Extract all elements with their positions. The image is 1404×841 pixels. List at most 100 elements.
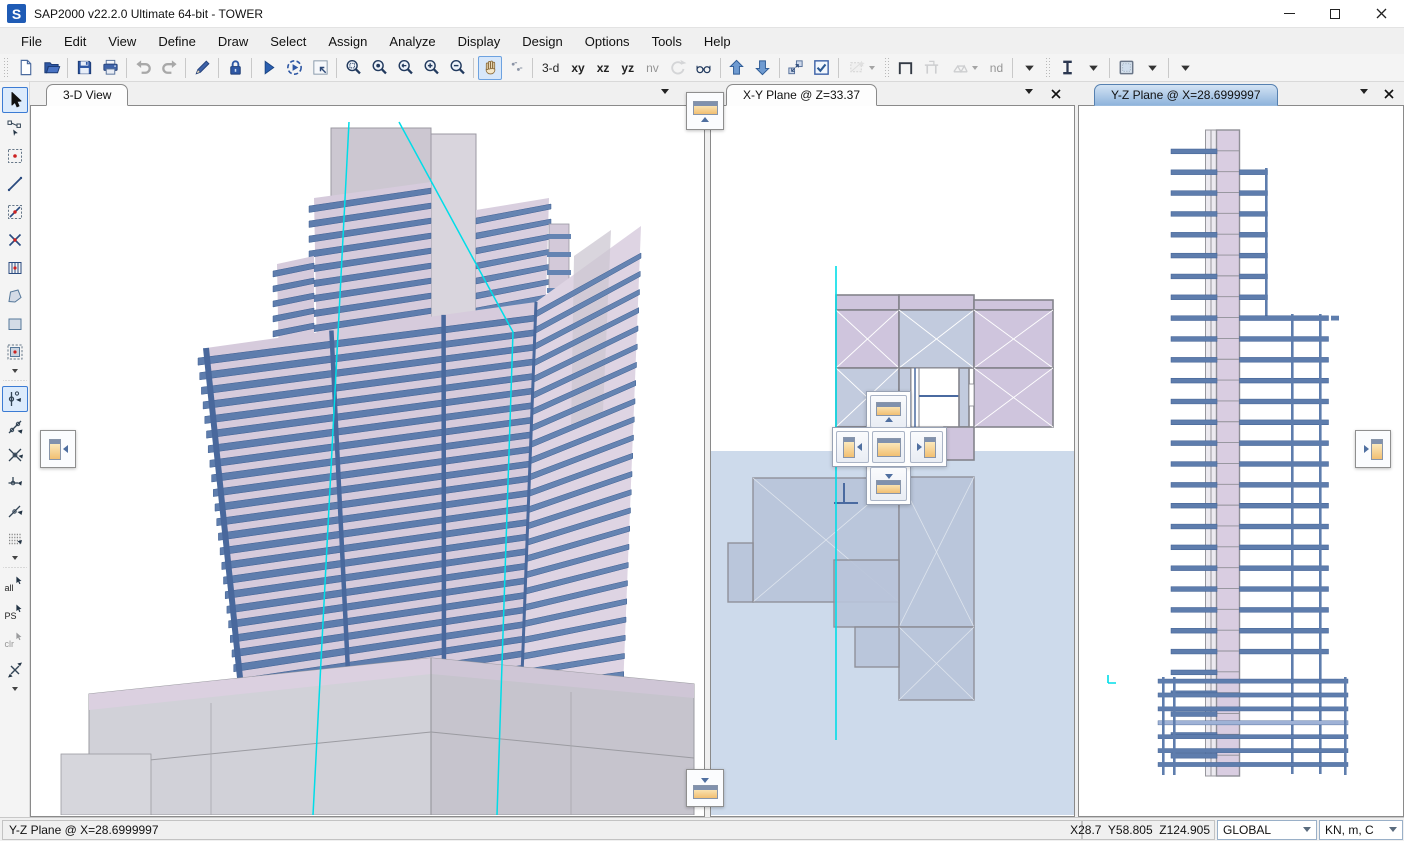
select-expand-button[interactable] [2, 684, 28, 694]
move-up-in-list-button[interactable] [725, 56, 749, 80]
joint-labels-button[interactable] [504, 56, 528, 80]
menu-item-design[interactable]: Design [511, 30, 573, 53]
modify-geometry-button[interactable] [190, 56, 214, 80]
reshape-element-button[interactable] [2, 115, 28, 141]
tile-window-up-button[interactable] [686, 92, 724, 130]
view-xy-button[interactable]: xy [566, 56, 589, 80]
area-section-dropdown-button[interactable] [1140, 56, 1164, 80]
assign-display-button[interactable] [843, 56, 880, 80]
new-model-button[interactable] [13, 56, 37, 80]
print-button[interactable] [98, 56, 122, 80]
draw-expand-button[interactable] [2, 366, 28, 376]
units-select[interactable]: KN, m, C [1319, 820, 1403, 840]
area-section-button[interactable] [1114, 56, 1138, 80]
view-xz-button[interactable]: xz [592, 56, 615, 80]
menu-item-select[interactable]: Select [259, 30, 317, 53]
3d-view-canvas[interactable] [30, 106, 705, 817]
view-nv-button[interactable]: nv [641, 56, 664, 80]
redo-button[interactable] [157, 56, 181, 80]
draw-more-dropdown-button[interactable] [1017, 56, 1041, 80]
dock-center-button[interactable] [872, 431, 905, 463]
menu-item-tools[interactable]: Tools [641, 30, 693, 53]
minimize-button[interactable] [1266, 0, 1312, 28]
draw-frame-button[interactable] [2, 171, 28, 197]
menu-item-help[interactable]: Help [693, 30, 742, 53]
select-pointer-button[interactable] [2, 87, 28, 113]
menu-item-options[interactable]: Options [574, 30, 641, 53]
open-file-button[interactable] [39, 56, 63, 80]
tile-window-right-button[interactable] [1355, 430, 1391, 468]
undo-button[interactable] [131, 56, 155, 80]
toolbar-grip[interactable] [1045, 57, 1051, 79]
menu-item-draw[interactable]: Draw [207, 30, 259, 53]
quick-draw-braces-button[interactable] [2, 227, 28, 253]
zoom-out-button[interactable] [445, 56, 469, 80]
view-yz-button[interactable]: yz [616, 56, 639, 80]
close-button[interactable] [1358, 0, 1404, 28]
toolbar-grip[interactable] [884, 57, 890, 79]
tab-yz-plane[interactable]: Y-Z Plane @ X=28.6999997 [1094, 84, 1278, 106]
object-shrink-toggle-button[interactable] [784, 56, 808, 80]
view-3d-button[interactable]: 3-d [537, 56, 564, 80]
quick-draw-frame-grid-button[interactable] [894, 56, 918, 80]
snap-to-midpoints-ends-button[interactable] [2, 414, 28, 440]
perspective-toggle-button[interactable] [692, 56, 716, 80]
menu-item-edit[interactable]: Edit [53, 30, 97, 53]
run-time-history-button[interactable] [282, 56, 306, 80]
zoom-in-button[interactable] [419, 56, 443, 80]
menu-item-define[interactable]: Define [147, 30, 207, 53]
snap-to-joints-button[interactable] [2, 386, 28, 412]
quick-draw-beam-button[interactable] [920, 56, 944, 80]
frame-section-dropdown-button[interactable] [1081, 56, 1105, 80]
snap-to-intersections-button[interactable] [2, 442, 28, 468]
maximize-button[interactable] [1312, 0, 1358, 28]
dock-top-button[interactable] [870, 395, 907, 428]
save-model-button[interactable] [72, 56, 96, 80]
close-view-yz-button[interactable] [1382, 87, 1396, 101]
draw-poly-area-button[interactable] [2, 283, 28, 309]
lock-model-button[interactable] [223, 56, 247, 80]
deselect-button[interactable] [2, 657, 28, 683]
menu-item-view[interactable]: View [97, 30, 147, 53]
quick-draw-brace-button[interactable] [946, 56, 983, 80]
move-down-in-list-button[interactable] [751, 56, 775, 80]
snap-to-grid-button[interactable] [2, 526, 28, 552]
select-all-button[interactable]: all [2, 573, 28, 599]
tile-window-down-button[interactable] [686, 769, 724, 807]
tab-list-arrow-yz[interactable] [1360, 89, 1372, 101]
menu-item-analyze[interactable]: Analyze [378, 30, 446, 53]
draw-rectangular-area-button[interactable] [2, 311, 28, 337]
frame-nd-button[interactable]: nd [985, 56, 1008, 80]
shrink-model-button[interactable] [308, 56, 332, 80]
quick-draw-area-button[interactable] [2, 339, 28, 365]
tab-list-arrow-3d[interactable] [661, 89, 673, 101]
coordinate-system-select[interactable]: GLOBAL [1217, 820, 1317, 840]
draw-special-joint-button[interactable] [2, 143, 28, 169]
menu-item-file[interactable]: File [10, 30, 53, 53]
dock-bottom-button[interactable] [870, 467, 907, 501]
frame-section-button[interactable] [1055, 56, 1079, 80]
set-display-options-button[interactable] [810, 56, 834, 80]
snap-to-lines-button[interactable] [2, 498, 28, 524]
rotate-view-button[interactable] [666, 56, 690, 80]
clear-selection-button[interactable]: clr [2, 629, 28, 655]
dock-left-button[interactable] [836, 431, 869, 463]
snap-to-perpendicular-button[interactable] [2, 470, 28, 496]
dock-right-button[interactable] [910, 431, 943, 463]
toolbar-grip[interactable] [3, 57, 9, 79]
tab-3d-view[interactable]: 3-D View [46, 84, 128, 106]
rubber-band-zoom-button[interactable] [341, 56, 365, 80]
quick-draw-frame-button[interactable] [2, 199, 28, 225]
pan-button[interactable] [478, 56, 502, 80]
menu-item-display[interactable]: Display [447, 30, 512, 53]
snap-expand-button[interactable] [2, 553, 28, 563]
previous-zoom-button[interactable] [393, 56, 417, 80]
tile-window-left-button[interactable] [40, 430, 76, 468]
tab-xy-plane[interactable]: X-Y Plane @ Z=33.37 [726, 84, 877, 106]
menu-item-assign[interactable]: Assign [317, 30, 378, 53]
quick-draw-secondary-beams-button[interactable] [2, 255, 28, 281]
run-analysis-button[interactable] [256, 56, 280, 80]
close-view-xy-button[interactable] [1049, 87, 1063, 101]
select-previous-button[interactable]: PS [2, 601, 28, 627]
restore-full-view-button[interactable] [367, 56, 391, 80]
